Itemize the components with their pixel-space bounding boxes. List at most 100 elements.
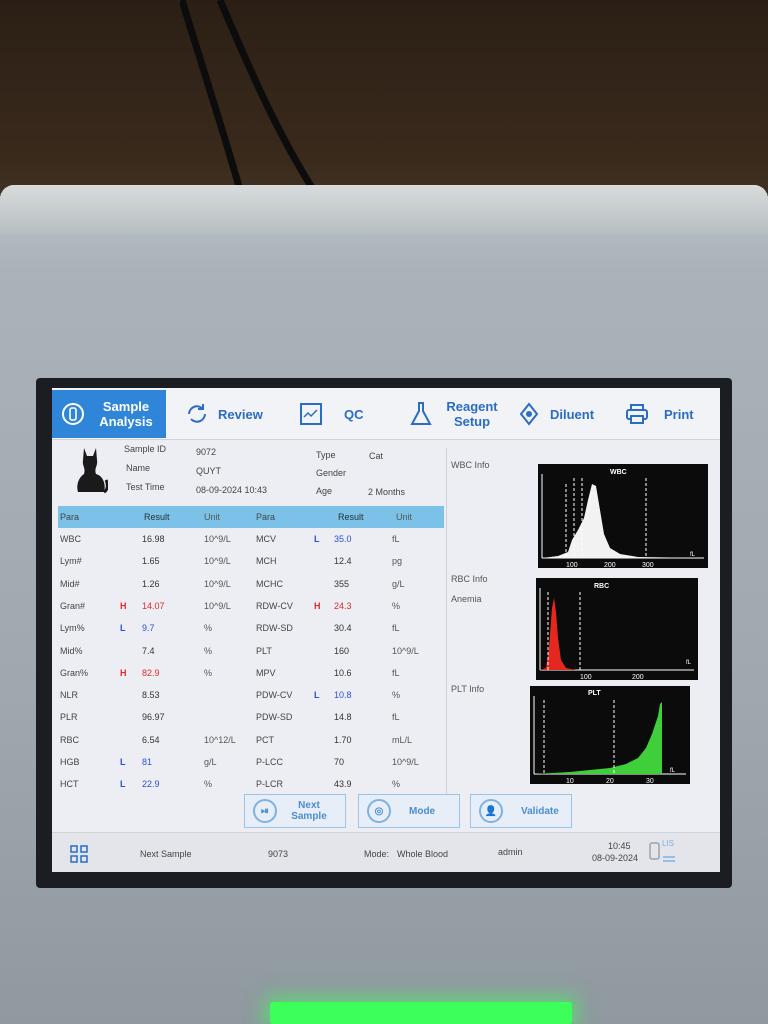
- rbc-info-label: RBC Info: [451, 574, 488, 584]
- mode-status-value: Whole Blood: [397, 849, 449, 859]
- table-row[interactable]: PLR 96.97 PDW-SD 14.8 fL: [58, 706, 444, 728]
- next-sample-label: Next Sample: [291, 800, 327, 822]
- plt-tick-20: 20: [606, 778, 614, 784]
- type-label: Type: [316, 450, 336, 460]
- table-row[interactable]: NLR 8.53 PDW-CV L 10.8%: [58, 684, 444, 706]
- table-row[interactable]: WBC 16.98 10^9/L MCV L 35.0 fL: [58, 528, 444, 550]
- status-led: [270, 1002, 572, 1024]
- param-name: Gran#: [60, 600, 86, 611]
- tab-print[interactable]: Print: [624, 394, 694, 434]
- header-unit: Unit: [204, 512, 221, 522]
- main-toolbar: Sample Analysis Review QC Reagent Setup …: [52, 388, 720, 440]
- tab-diluent-label: Diluent: [550, 406, 595, 422]
- analyzer-screen: Sample Analysis Review QC Reagent Setup …: [52, 388, 720, 872]
- menu-grid-icon[interactable]: [70, 845, 88, 863]
- rbc-anemia-flag: Anemia: [451, 594, 482, 604]
- mode-status-label: Mode:: [364, 849, 390, 859]
- param-unit: %: [204, 667, 213, 678]
- lis-label: LIS: [662, 839, 675, 848]
- plt-info-label: PLT Info: [451, 684, 485, 694]
- param-result: 14.07: [142, 600, 165, 611]
- param-result-2: 10.6: [334, 667, 352, 678]
- age-label: Age: [316, 486, 333, 496]
- refresh-icon: [184, 401, 210, 427]
- tab-diluent[interactable]: Diluent: [516, 394, 594, 434]
- param-result-2: 30.4: [334, 623, 352, 634]
- param-flag: H: [120, 600, 127, 611]
- param-name-2: MCV: [256, 534, 276, 544]
- header-result-2: Result: [338, 512, 364, 522]
- table-row[interactable]: HGB L 81 g/L P-LCC 70 10^9/L: [58, 751, 444, 773]
- param-name-2: PDW-SD: [256, 712, 293, 723]
- name-value: QUYT: [196, 466, 222, 476]
- validate-user-icon: 👤: [479, 799, 503, 823]
- next-sample-button[interactable]: ⏯ Next Sample: [244, 794, 346, 828]
- tab-review[interactable]: Review: [184, 394, 263, 434]
- tab-review-label: Review: [218, 406, 263, 422]
- table-row[interactable]: HCT L 22.9% P-LCR 43.9%: [58, 773, 444, 795]
- param-name-2: MPV: [256, 667, 276, 678]
- param-name: HGB: [60, 757, 80, 767]
- type-value: Cat: [369, 451, 384, 461]
- param-name: Mid%: [60, 645, 83, 656]
- mode-button[interactable]: ◎ Mode: [358, 794, 460, 828]
- rbc-tick-100: 100: [580, 674, 592, 680]
- param-unit: 10^9/L: [204, 600, 231, 611]
- wbc-info-label: WBC Info: [451, 460, 490, 470]
- param-result-2: 12.4: [334, 556, 352, 567]
- header-para-2: Para: [256, 512, 276, 522]
- param-unit-2: mL/L: [392, 734, 413, 745]
- mode-icon: ◎: [367, 799, 391, 823]
- test-time-value: 08-09-2024 10:43: [196, 485, 268, 495]
- tab-qc[interactable]: QC: [298, 394, 364, 434]
- plt-histogram-title: PLT: [588, 690, 601, 697]
- table-row[interactable]: Mid# 1.26 10^9/L MCHC 355 g/L: [58, 573, 444, 595]
- tab-sample-analysis[interactable]: Sample Analysis: [52, 390, 166, 438]
- rbc-histogram: RBC 100 200 fL: [536, 578, 698, 680]
- rbc-tick-200: 200: [632, 674, 644, 680]
- param-name-2: P-LCR: [256, 779, 284, 790]
- table-row[interactable]: Mid% 7.4% PLT 160 10^9/L: [58, 640, 444, 662]
- param-result-2: 1.70: [334, 734, 352, 745]
- wbc-histogram-title: WBC: [610, 469, 627, 476]
- validate-button[interactable]: 👤 Validate: [470, 794, 572, 828]
- param-unit-2: %: [392, 690, 401, 701]
- param-unit-2: fL: [392, 623, 400, 634]
- header-para: Para: [60, 512, 80, 522]
- param-flag: L: [120, 779, 126, 790]
- wbc-histogram: WBC 100 200 300 fL: [538, 464, 708, 568]
- param-flag: L: [120, 757, 126, 767]
- clock-time: 10:45: [608, 841, 631, 851]
- param-result-2: 35.0: [334, 534, 352, 544]
- name-label: Name: [126, 463, 151, 473]
- header-result: Result: [144, 512, 170, 522]
- table-row[interactable]: Lym# 1.65 10^9/L MCH 12.4 pg: [58, 550, 444, 572]
- param-name-2: P-LCC: [256, 757, 284, 767]
- param-flag-2: L: [314, 690, 320, 701]
- qc-chart-icon: [298, 401, 324, 427]
- tab-reagent-setup[interactable]: Reagent Setup: [408, 394, 502, 434]
- gender-label: Gender: [316, 468, 347, 478]
- flask-icon: [408, 401, 434, 427]
- flags-info-panel: WBC Info RBC Info Anemia PLT Info: [446, 448, 530, 798]
- param-unit-2: pg: [392, 556, 403, 567]
- tab-qc-label: QC: [344, 406, 364, 422]
- param-result-2: 14.8: [334, 712, 352, 723]
- table-row[interactable]: Gran% H 82.9% MPV 10.6 fL: [58, 662, 444, 684]
- param-flag-2: H: [314, 600, 321, 611]
- table-row[interactable]: RBC 6.54 10^12/L PCT 1.70 mL/L: [58, 729, 444, 751]
- param-result: 82.9: [142, 667, 160, 678]
- param-flag-2: L: [314, 534, 320, 544]
- patient-info: Sample ID 9072 Name QUYT Test Time 08-09…: [60, 442, 444, 502]
- wbc-tick-200: 200: [604, 562, 616, 568]
- param-name: NLR: [60, 690, 79, 701]
- table-row[interactable]: Gran# H 14.07 10^9/L RDW-CV H 24.3%: [58, 595, 444, 617]
- lis-status-icon[interactable]: LIS: [648, 839, 678, 867]
- next-sample-status-label: Next Sample: [140, 849, 192, 859]
- cat-icon: [77, 448, 108, 494]
- tab-sample-analysis-label: Sample Analysis: [99, 399, 153, 429]
- table-row[interactable]: Lym% L 9.7% RDW-SD 30.4 fL: [58, 617, 444, 639]
- param-unit-2: fL: [392, 667, 400, 678]
- param-result: 6.54: [142, 734, 160, 745]
- param-name-2: PCT: [256, 734, 274, 745]
